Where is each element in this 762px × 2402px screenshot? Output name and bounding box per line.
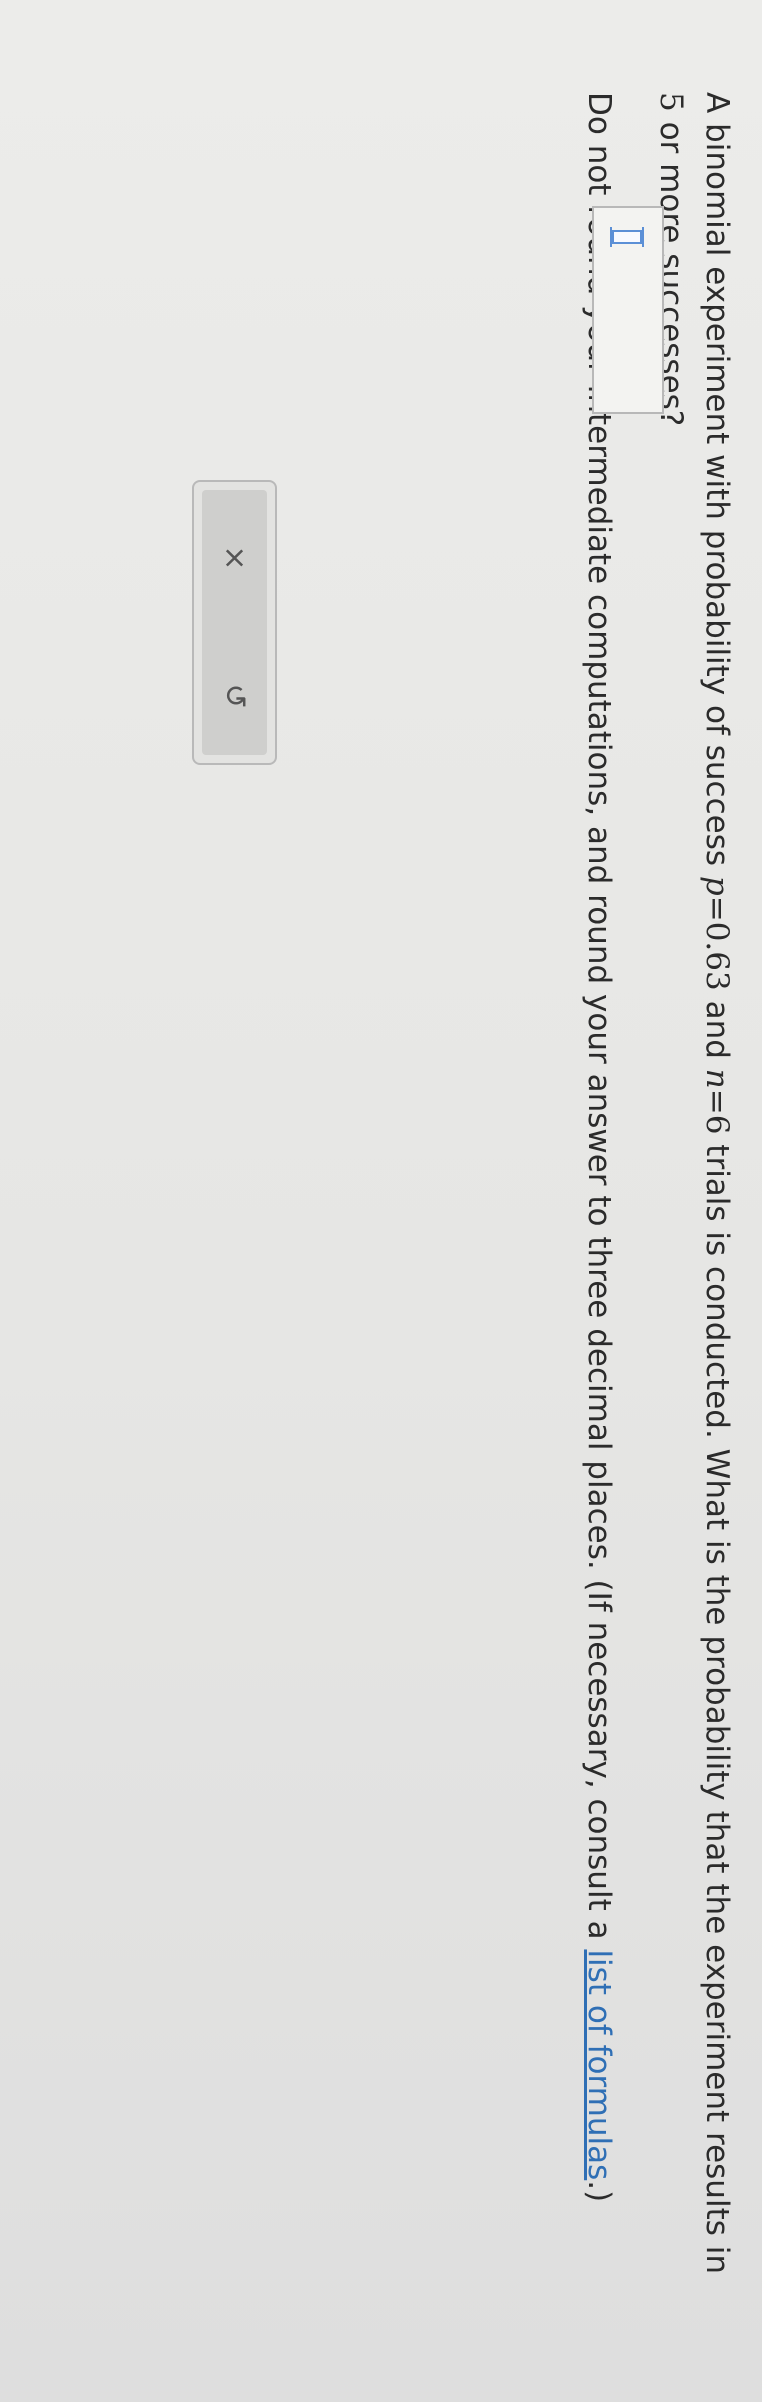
close-icon: ×: [217, 545, 252, 571]
n-variable: n: [699, 1068, 735, 1089]
answer-input[interactable]: [592, 206, 664, 414]
question-page: A binomial experiment with probability o…: [0, 0, 762, 2402]
tools-tray: × ↺: [202, 490, 267, 755]
n-value: =6: [699, 1088, 735, 1135]
undo-button[interactable]: ↺: [202, 666, 267, 726]
rounding-instruction: Do not round your intermediate computati…: [581, 92, 617, 2203]
clear-button[interactable]: ×: [202, 528, 267, 588]
cursor-icon: [612, 230, 642, 244]
question-prompt: A binomial experiment with probability o…: [653, 92, 735, 2274]
k-value: 5: [653, 92, 689, 112]
p-variable: p: [699, 875, 735, 896]
formulas-link[interactable]: list of formulas: [581, 1949, 617, 2180]
p-value: =0.63: [699, 895, 735, 991]
question-text: A binomial experiment with probability o…: [576, 92, 740, 2302]
undo-icon: ↺: [217, 683, 252, 709]
answer-tools-panel: × ↺: [192, 480, 277, 765]
